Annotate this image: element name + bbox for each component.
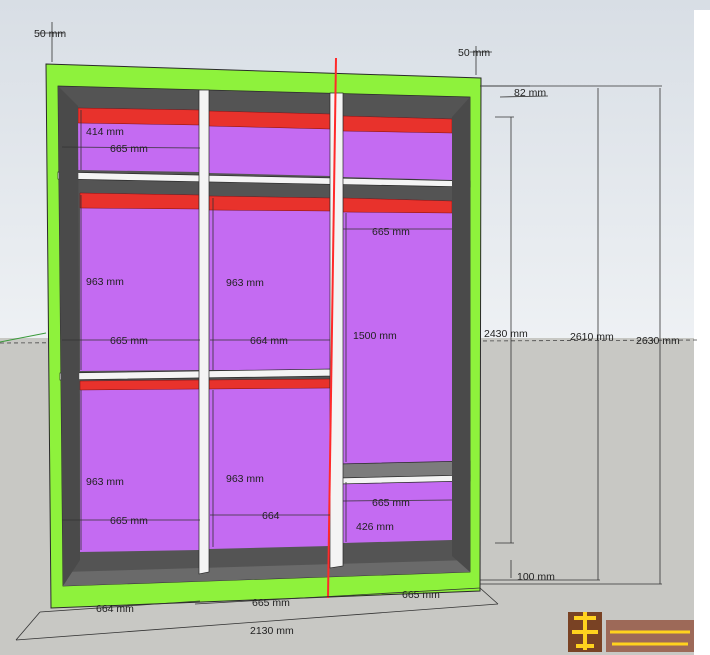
dim-height-2610: 2610 mm [570,331,614,343]
dim-total-2130: 2130 mm [250,625,294,637]
dim-mid-h-963: 963 mm [226,277,264,289]
dim-depth-82: 82 mm [514,87,546,99]
dim-mid-bot-664: 664 [262,510,280,522]
bevel-right [452,97,470,572]
partition-left [198,89,210,575]
panel-right-bottom [343,477,452,543]
dim-right-top-665: 665 mm [372,226,410,238]
dim-mid-mid-664: 664 mm [250,335,288,347]
dim-base-665-mid: 665 mm [252,597,290,609]
dim-base-664: 664 mm [96,603,134,615]
strip-top-right [342,115,453,134]
strip-low-left [79,379,200,391]
dim-right-h-426: 426 mm [356,521,394,533]
dim-left-mid-665: 665 mm [110,335,148,347]
dim-height-2430: 2430 mm [484,328,528,340]
dim-base-665-right: 665 mm [402,589,440,601]
strip-mid-left [79,192,200,210]
window-edge [694,10,710,655]
dim-left-h-963: 963 mm [86,276,124,288]
dim-left-h2-963: 963 mm [86,476,124,488]
dim-plinth-100: 100 mm [517,571,555,583]
dim-mid-h2-963: 963 mm [226,473,264,485]
dim-height-2630: 2630 mm [636,335,680,347]
dim-right-bot-665: 665 mm [372,497,410,509]
strip-low-mid [208,378,331,390]
dim-left-top-665: 665 mm [110,143,148,155]
strip-top-left [77,107,200,126]
dim-strip-414: 414 mm [86,126,124,138]
wardrobe-diagram: 50 mm 50 mm 82 mm 414 mm 665 mm 665 mm 9… [0,0,710,655]
panel-low-mid [209,379,330,549]
strip-top-mid [208,110,331,130]
dim-top-right-50: 50 mm [458,47,490,59]
strip-mid-mid [208,195,331,212]
dim-left-bot-665: 665 mm [110,515,148,527]
dim-top-left-50: 50 mm [34,28,66,40]
dim-right-h-1500: 1500 mm [353,330,397,342]
